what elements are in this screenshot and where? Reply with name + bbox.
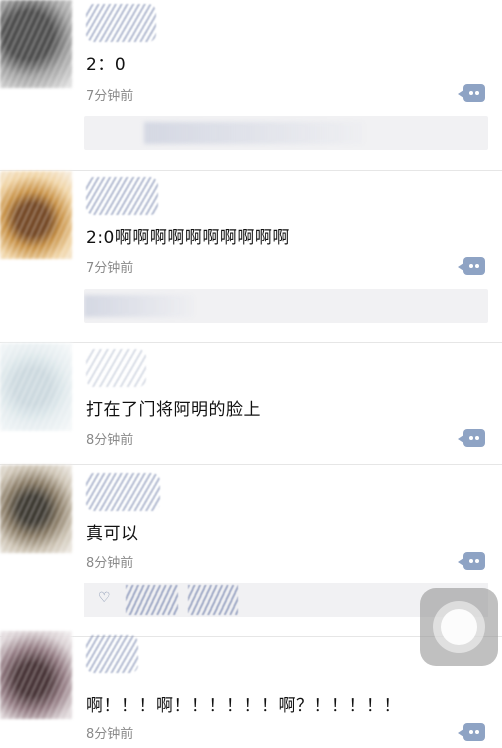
- comment-text: 2：0: [86, 55, 127, 75]
- comment-bubble-icon[interactable]: [458, 257, 485, 275]
- comment-text: 真可以: [86, 524, 139, 544]
- heart-icon[interactable]: ♡: [98, 590, 111, 606]
- avatar[interactable]: [0, 171, 72, 259]
- username-obscured: [86, 349, 146, 387]
- comment-bubble-icon[interactable]: [458, 84, 485, 102]
- comment-text: 2:0啊啊啊啊啊啊啊啊啊啊: [86, 228, 290, 248]
- comment-item[interactable]: 打在了门将阿明的脸上 8分钟前: [0, 343, 502, 464]
- reply-preview[interactable]: [84, 116, 488, 150]
- username-obscured: [86, 473, 160, 511]
- username-obscured: [86, 177, 158, 215]
- reply-preview[interactable]: [84, 289, 488, 323]
- comment-bubble-icon[interactable]: [458, 723, 485, 741]
- avatar[interactable]: [0, 465, 72, 553]
- comment-time: 8分钟前: [86, 556, 134, 571]
- avatar[interactable]: [0, 343, 72, 431]
- avatar[interactable]: [0, 631, 72, 719]
- comment-bubble-icon[interactable]: [458, 429, 485, 447]
- username-obscured: [86, 4, 156, 42]
- comment-time: 8分钟前: [86, 433, 134, 448]
- assistive-touch-icon: [441, 609, 477, 645]
- comment-text: 打在了门将阿明的脸上: [86, 400, 261, 420]
- comment-time: 7分钟前: [86, 261, 134, 276]
- liker-name-obscured: [126, 585, 178, 615]
- liker-name-obscured: [188, 585, 238, 615]
- username-obscured: [86, 635, 138, 673]
- comment-item[interactable]: 2：0 7分钟前: [0, 0, 502, 170]
- comment-time: 7分钟前: [86, 89, 134, 104]
- comment-item[interactable]: 2:0啊啊啊啊啊啊啊啊啊啊 7分钟前: [0, 171, 502, 342]
- comment-text: 啊！！！啊！！！！！！啊？！！！！！: [86, 696, 401, 716]
- avatar[interactable]: [0, 0, 72, 88]
- comment-bubble-icon[interactable]: [458, 552, 485, 570]
- assistive-touch-button[interactable]: [420, 588, 498, 666]
- comment-time: 8分钟前: [86, 727, 134, 742]
